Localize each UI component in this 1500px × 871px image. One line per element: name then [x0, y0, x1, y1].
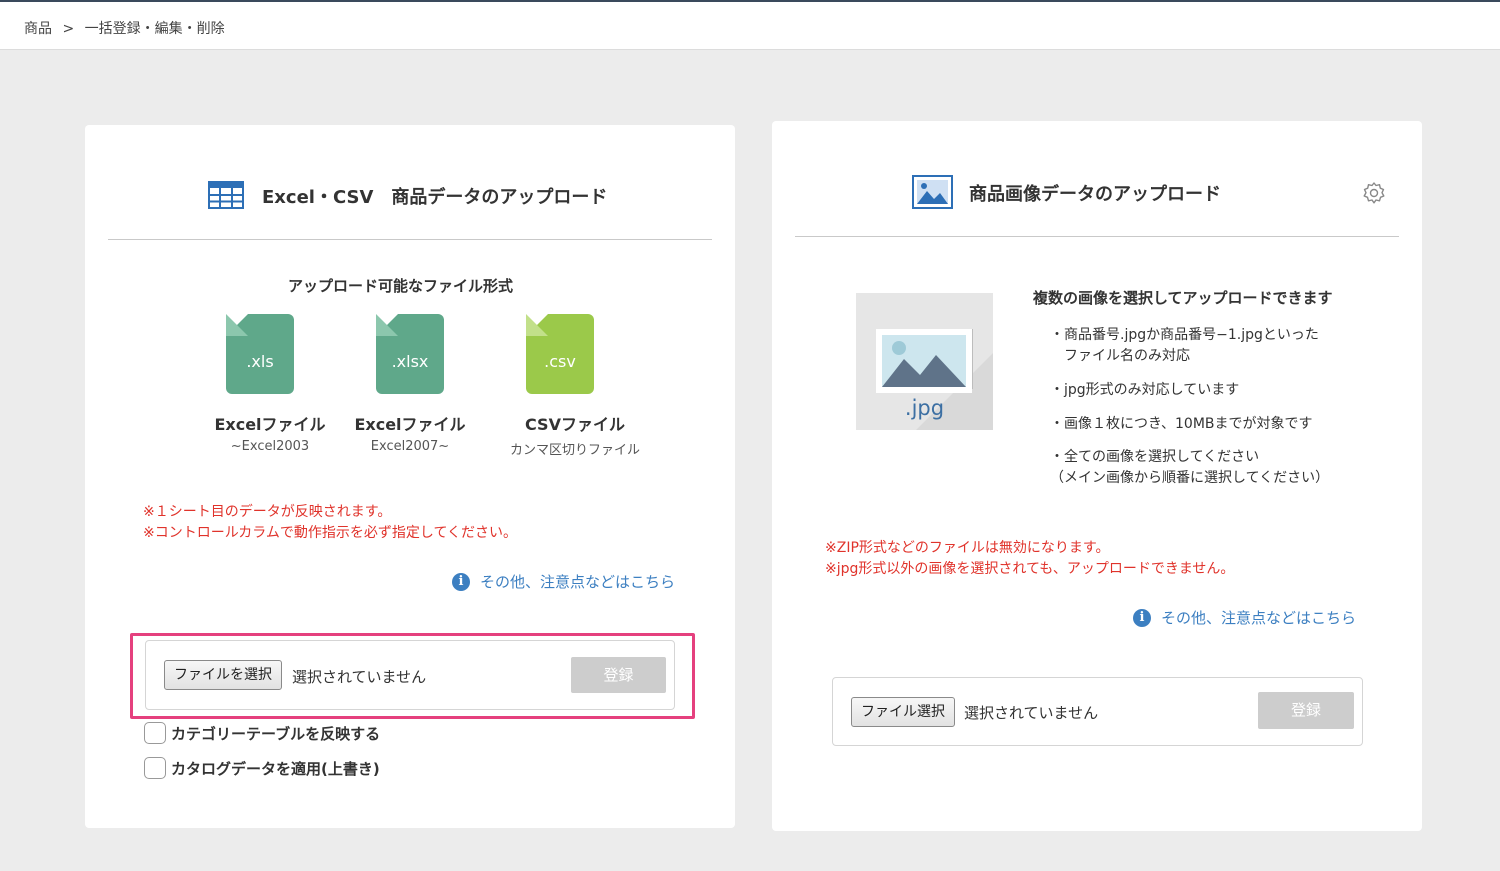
warning-text: ※jpg形式以外の画像を選択されても、アップロードできません。: [825, 561, 1235, 577]
right-info-link[interactable]: i その他、注意点などはこちら: [1133, 607, 1356, 628]
bullet-line: ・画像１枚につき、10MBまでが対象です: [1050, 416, 1313, 432]
right-warnings: ※ZIP形式などのファイルは無効になります。 ※jpg形式以外の画像を選択されて…: [825, 538, 1234, 580]
divider: [108, 239, 712, 240]
xlsx-ext: .xlsx: [391, 352, 429, 371]
category-table-checkbox-row[interactable]: カテゴリーテーブルを反映する: [144, 722, 380, 744]
bullet-line: （メイン画像から順番に選択してください）: [1050, 470, 1330, 486]
bullet-item: ・画像１枚につき、10MBまでが対象です: [1050, 414, 1313, 435]
top-bar: 商品 > 一括登録・編集・削除: [0, 0, 1500, 50]
category-table-label[interactable]: カテゴリーテーブルを反映する: [171, 723, 380, 744]
xlsx-label: Excelファイル Excel2007~: [340, 411, 480, 454]
file-status: 選択されていません: [964, 704, 1099, 722]
bullet-item: ・商品番号.jpgか商品番号−1.jpgといった ファイル名のみ対応: [1050, 325, 1319, 367]
xls-file-icon: .xls: [226, 314, 294, 394]
image-heading: 複数の画像を選択してアップロードできます: [1033, 289, 1333, 307]
gear-icon[interactable]: [1362, 181, 1386, 205]
catalog-data-checkbox[interactable]: [144, 757, 166, 779]
csv-file-icon: .csv: [526, 314, 594, 394]
table-icon: [208, 181, 244, 209]
xlsx-sub: Excel2007~: [370, 439, 450, 454]
left-info-link[interactable]: i その他、注意点などはこちら: [452, 571, 675, 592]
breadcrumb-current: 一括登録・編集・削除: [84, 21, 225, 37]
bullet-line: ・全ての画像を選択してください: [1050, 449, 1260, 465]
jpg-thumbnail: .jpg: [856, 293, 993, 430]
warning-text: ※ZIP形式などのファイルは無効になります。: [825, 540, 1110, 556]
image-panel-title: 商品画像データのアップロード: [969, 184, 1221, 205]
jpg-ext-label: .jpg: [904, 396, 945, 420]
catalog-data-checkbox-row[interactable]: カタログデータを適用(上書き): [144, 757, 380, 779]
formats-heading: アップロード可能なファイル形式: [288, 277, 514, 295]
register-button[interactable]: 登録: [1258, 692, 1354, 729]
breadcrumb-separator: >: [62, 21, 75, 37]
csv-label: CSVファイル カンマ区切りファイル: [490, 411, 660, 458]
csv-sub: カンマ区切りファイル: [509, 443, 640, 458]
xls-label: Excelファイル ~Excel2003: [200, 411, 340, 454]
warning-text: ※１シート目のデータが反映されます。: [143, 504, 392, 520]
bullet-item: ・全ての画像を選択してください （メイン画像から順番に選択してください）: [1050, 447, 1329, 489]
image-icon: [912, 175, 953, 209]
xlsx-name: Excelファイル: [354, 415, 466, 434]
xls-sub: ~Excel2003: [230, 439, 310, 454]
breadcrumb-root[interactable]: 商品: [24, 21, 52, 37]
csv-ext: .csv: [544, 352, 576, 371]
bullet-line: ファイル名のみ対応: [1050, 348, 1190, 364]
register-button[interactable]: 登録: [571, 657, 666, 693]
xls-name: Excelファイル: [214, 415, 326, 434]
info-link-text[interactable]: その他、注意点などはこちら: [1161, 607, 1356, 628]
xlsx-file-icon: .xlsx: [376, 314, 444, 394]
left-warnings: ※１シート目のデータが反映されます。 ※コントロールカラムで動作指示を必ず指定し…: [143, 502, 517, 544]
bullet-line: ・商品番号.jpgか商品番号−1.jpgといった: [1050, 327, 1319, 343]
file-status: 選択されていません: [292, 668, 427, 686]
info-link-text[interactable]: その他、注意点などはこちら: [480, 571, 675, 592]
category-table-checkbox[interactable]: [144, 722, 166, 744]
bullet-item: ・jpg形式のみ対応しています: [1050, 380, 1239, 401]
divider: [795, 236, 1399, 237]
breadcrumb: 商品 > 一括登録・編集・削除: [24, 18, 231, 38]
excel-csv-panel-title: Excel・CSV 商品データのアップロード: [262, 187, 608, 208]
select-file-button[interactable]: ファイル選択: [851, 697, 955, 727]
csv-name: CSVファイル: [525, 415, 625, 434]
xls-ext: .xls: [246, 352, 274, 371]
catalog-data-label[interactable]: カタログデータを適用(上書き): [171, 758, 380, 779]
warning-text: ※コントロールカラムで動作指示を必ず指定してください。: [143, 525, 518, 541]
info-icon: i: [452, 572, 470, 591]
info-icon: i: [1133, 608, 1151, 627]
choose-file-button[interactable]: ファイルを選択: [164, 660, 282, 690]
bullet-line: ・jpg形式のみ対応しています: [1050, 382, 1240, 398]
